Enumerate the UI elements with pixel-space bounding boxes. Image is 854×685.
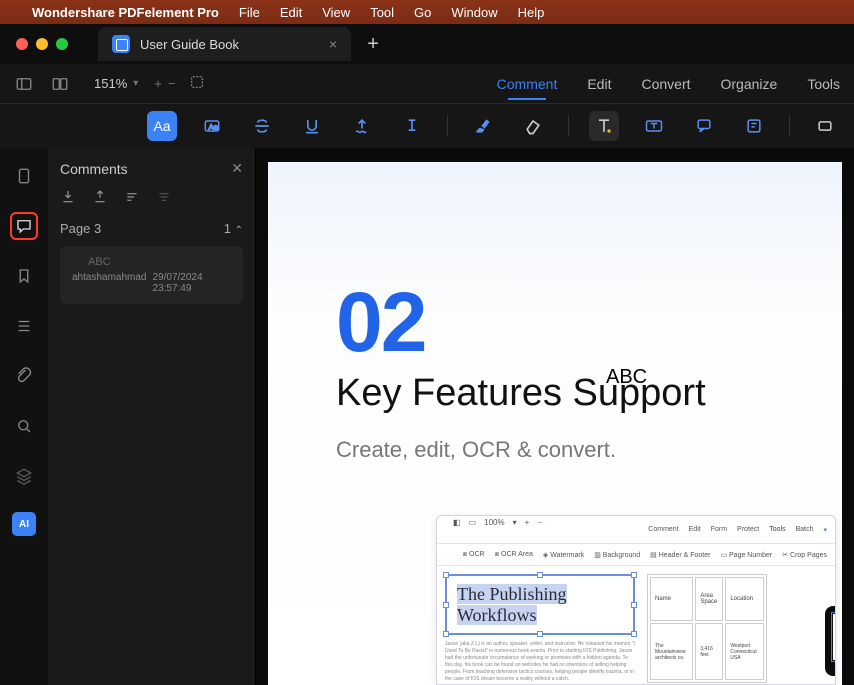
pdf-page[interactable]: 02 ABC Key Features Support Create, edit…: [268, 162, 842, 685]
toolbar-divider: [447, 115, 448, 137]
top-toolbar: 151% ▾ + − Comment Edit Convert Organize…: [0, 64, 854, 104]
text-annotation[interactable]: ABC: [606, 366, 647, 389]
zoom-in-button[interactable]: +: [154, 76, 162, 91]
underline-tool[interactable]: [297, 111, 327, 141]
macos-menubar: Wondershare PDFelement Pro File Edit Vie…: [0, 0, 854, 24]
titlebar: User Guide Book × +: [0, 24, 854, 64]
page-label: Page 3: [60, 221, 101, 236]
tab-organize[interactable]: Organize: [719, 72, 780, 96]
minimize-window-button[interactable]: [36, 38, 48, 50]
strikethrough-tool[interactable]: [247, 111, 277, 141]
mini-insert-preview: The PublishingWorkflows: [825, 606, 836, 676]
content-area: AI Comments ✕ Page 3 1 ⌃ ABC ahtashamahm: [0, 148, 854, 685]
shapes-tool[interactable]: [810, 111, 840, 141]
fit-page-icon[interactable]: [189, 74, 205, 93]
menu-window[interactable]: Window: [451, 5, 497, 20]
app-name: Wondershare PDFelement Pro: [32, 5, 219, 20]
tab-tools[interactable]: Tools: [805, 72, 842, 96]
menu-tool[interactable]: Tool: [370, 5, 394, 20]
highlight-area-tool[interactable]: Aa: [197, 111, 227, 141]
comment-timestamp: 29/07/2024 23:57:49: [153, 272, 232, 294]
tab-comment[interactable]: Comment: [495, 72, 560, 96]
new-tab-button[interactable]: +: [367, 33, 379, 56]
note-tool[interactable]: [739, 111, 769, 141]
squiggly-tool[interactable]: [347, 111, 377, 141]
outline-icon[interactable]: [10, 312, 38, 340]
close-window-button[interactable]: [16, 38, 28, 50]
page-heading: Key Features Support: [336, 372, 782, 415]
import-comments-icon[interactable]: [60, 189, 78, 207]
callout-tool[interactable]: [689, 111, 719, 141]
panel-close-button[interactable]: ✕: [231, 160, 243, 177]
traffic-lights: [16, 38, 68, 50]
annotation-toolbar: Aa Aa: [0, 104, 854, 148]
export-comments-icon[interactable]: [92, 189, 110, 207]
page-subtext: Create, edit, OCR & convert.: [336, 437, 782, 463]
tab-convert[interactable]: Convert: [639, 72, 692, 96]
bookmarks-icon[interactable]: [10, 262, 38, 290]
ai-button[interactable]: AI: [12, 512, 36, 536]
panel-actions: [60, 189, 243, 207]
search-icon[interactable]: [10, 412, 38, 440]
page-layout-icon[interactable]: [48, 72, 72, 96]
caret-tool[interactable]: [397, 111, 427, 141]
app-window: User Guide Book × + 151% ▾ + − Comment E…: [0, 24, 854, 685]
comments-panel: Comments ✕ Page 3 1 ⌃ ABC ahtashamahmad …: [48, 148, 256, 685]
comment-item[interactable]: ABC ahtashamahmad 29/07/2024 23:57:49: [60, 246, 243, 304]
comment-count: 1 ⌃: [224, 221, 243, 236]
tab-close-button[interactable]: ×: [329, 36, 337, 52]
sidebar-toggle-icon[interactable]: [12, 72, 36, 96]
page-group-row[interactable]: Page 3 1 ⌃: [60, 221, 243, 236]
left-rail: AI: [0, 148, 48, 685]
menu-go[interactable]: Go: [414, 5, 431, 20]
page-number-graphic: 02: [336, 280, 782, 364]
tab-edit[interactable]: Edit: [585, 72, 613, 96]
filter-icon[interactable]: [156, 189, 174, 207]
zoom-dropdown-icon[interactable]: ▾: [133, 78, 138, 89]
embedded-screenshot: ◧▭100%▾+− CommentEditFormProtectToolsBat…: [436, 515, 836, 685]
main-tabs: Comment Edit Convert Organize Tools: [495, 72, 842, 96]
sort-icon[interactable]: [124, 189, 142, 207]
attachments-icon[interactable]: [10, 362, 38, 390]
menu-view[interactable]: View: [322, 5, 350, 20]
document-icon: [112, 35, 130, 53]
textbox-tool[interactable]: [639, 111, 669, 141]
zoom-control: 151% ▾ + −: [94, 74, 205, 93]
toolbar-divider: [568, 115, 569, 137]
zoom-out-button[interactable]: −: [168, 76, 176, 91]
tab-title: User Guide Book: [140, 37, 239, 52]
comment-text: ABC: [88, 256, 231, 268]
panel-title: Comments: [60, 161, 128, 177]
eraser-tool[interactable]: [518, 111, 548, 141]
menu-file[interactable]: File: [239, 5, 260, 20]
document-tab[interactable]: User Guide Book ×: [98, 27, 351, 61]
document-canvas[interactable]: 02 ABC Key Features Support Create, edit…: [256, 148, 854, 685]
text-tool[interactable]: [589, 111, 619, 141]
comment-author: ahtashamahmad: [72, 272, 147, 294]
zoom-value[interactable]: 151%: [94, 76, 127, 91]
menu-edit[interactable]: Edit: [280, 5, 302, 20]
thumbnails-icon[interactable]: [10, 162, 38, 190]
text-style-tool[interactable]: Aa: [147, 111, 177, 141]
comments-panel-icon[interactable]: [10, 212, 38, 240]
highlighter-tool[interactable]: [468, 111, 498, 141]
menu-help[interactable]: Help: [518, 5, 545, 20]
fullscreen-window-button[interactable]: [56, 38, 68, 50]
svg-text:Aa: Aa: [209, 122, 219, 131]
toolbar-divider: [789, 115, 790, 137]
layers-icon[interactable]: [10, 462, 38, 490]
